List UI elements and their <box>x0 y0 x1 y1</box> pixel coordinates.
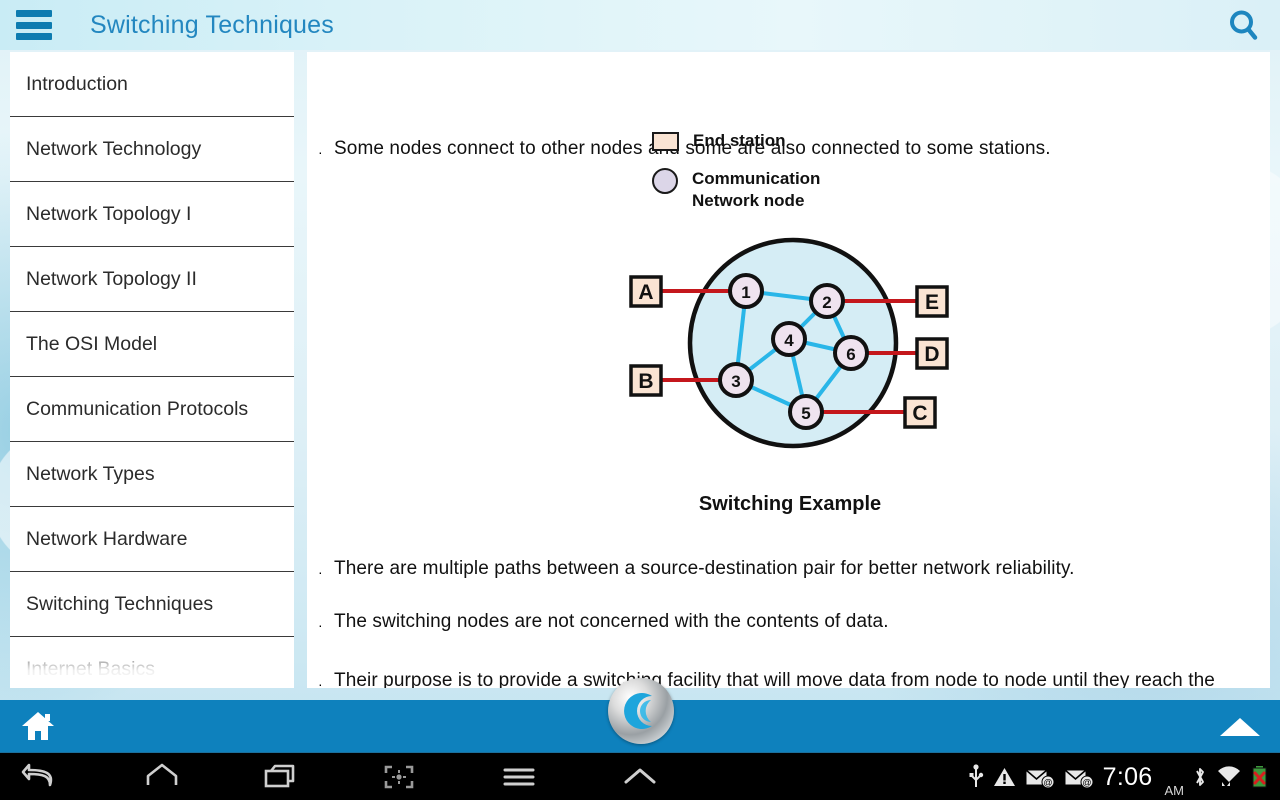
legend-end-station: End station <box>652 130 786 152</box>
node-3-label: 3 <box>731 372 740 391</box>
sidebar-item-introduction[interactable]: Introduction <box>10 52 294 117</box>
hamburger-bar <box>16 21 52 29</box>
app-root: Switching Techniques Introduction Networ… <box>0 0 1280 800</box>
sidebar-item-label: Network Hardware <box>26 527 188 550</box>
sidebar-item-label: Network Topology I <box>26 202 192 225</box>
node-1-label: 1 <box>741 283 750 302</box>
sidebar-item-network-technology[interactable]: Network Technology <box>10 117 294 182</box>
home-outline-icon[interactable] <box>140 761 184 793</box>
sidebar-item-communication-protocols[interactable]: Communication Protocols <box>10 377 294 442</box>
hamburger-bar <box>16 33 52 40</box>
legend-label-line1: Communication <box>692 169 821 188</box>
android-navigation-bar: @ @ 7:06 AM <box>0 752 1280 800</box>
node-2-label: 2 <box>822 293 831 312</box>
node-6-label: 6 <box>846 345 855 364</box>
legend-label: End station <box>693 131 786 150</box>
warning-triangle-icon <box>993 766 1016 788</box>
search-icon[interactable] <box>1224 6 1264 46</box>
sidebar-nav[interactable]: Introduction Network Technology Network … <box>10 52 294 688</box>
end-station-b-label: B <box>638 370 653 393</box>
top-app-bar: Switching Techniques <box>0 0 1280 50</box>
email-icon: @ <box>1025 766 1055 788</box>
figure-caption: Switching Example <box>698 493 882 515</box>
sidebar-item-network-hardware[interactable]: Network Hardware <box>10 507 294 572</box>
end-station-swatch-icon <box>652 132 679 151</box>
svg-text:@: @ <box>1043 777 1052 787</box>
page-title: Switching Techniques <box>90 11 334 39</box>
status-tray[interactable]: @ @ 7:06 AM <box>968 753 1274 800</box>
battery-error-icon <box>1251 765 1268 789</box>
app-logo-icon <box>608 678 674 744</box>
sidebar-item-label: Communication Protocols <box>26 397 249 420</box>
usb-icon <box>968 764 984 790</box>
bullet-text: Their purpose is to provide a switching … <box>334 670 1215 688</box>
back-arrow-icon[interactable] <box>20 761 64 793</box>
hamburger-bar <box>16 10 52 17</box>
bluetooth-icon <box>1193 765 1207 789</box>
wifi-icon <box>1216 765 1242 789</box>
sidebar-item-label: The OSI Model <box>26 332 158 355</box>
bullet-marker: · <box>318 564 323 580</box>
sidebar-item-label: Network Types <box>26 462 155 485</box>
bullet-marker: · <box>318 617 323 633</box>
sidebar-item-label: Internet Basics <box>26 657 155 680</box>
bullet-marker: · <box>318 144 323 160</box>
sidebar-item-network-types[interactable]: Network Types <box>10 442 294 507</box>
bullet-item: · The switching nodes are not concerned … <box>318 609 1248 635</box>
sidebar-item-the-osi-model[interactable]: The OSI Model <box>10 312 294 377</box>
sidebar-item-switching-techniques[interactable]: Switching Techniques <box>10 572 294 637</box>
sidebar-item-label: Introduction <box>26 72 128 95</box>
sidebar-item-network-topology-ii[interactable]: Network Topology II <box>10 247 294 312</box>
chevron-up-icon[interactable] <box>1218 716 1262 738</box>
node-4-label: 4 <box>784 331 794 350</box>
sidebar-item-network-topology-i[interactable]: Network Topology I <box>10 182 294 247</box>
status-clock-ampm: AM <box>1164 783 1185 798</box>
legend-label-line2: Network node <box>692 191 805 210</box>
recent-apps-icon[interactable] <box>258 761 302 793</box>
bullet-text: The switching nodes are not concerned wi… <box>334 611 889 632</box>
home-icon[interactable] <box>20 710 56 742</box>
sidebar-item-label: Network Topology II <box>26 267 197 290</box>
bullet-marker: · <box>318 676 323 688</box>
sidebar-item-internet-basics[interactable]: Internet Basics <box>10 637 294 688</box>
menu-icon[interactable] <box>497 761 541 793</box>
legend-network-node: Communication Network node <box>652 168 820 212</box>
sidebar-item-label: Network Technology <box>26 137 202 160</box>
end-station-e-label: E <box>925 291 939 314</box>
screenshot-icon[interactable] <box>377 761 421 793</box>
bullet-item: · There are multiple paths between a sou… <box>318 556 1248 582</box>
status-clock: 7:06 <box>1102 762 1153 791</box>
chevron-up-icon[interactable] <box>618 761 662 793</box>
network-topology-diagram: A B E D C 1 2 3 4 5 6 <box>629 237 949 449</box>
bullet-text: There are multiple paths between a sourc… <box>334 558 1075 579</box>
bullet-item: · Their purpose is to provide a switchin… <box>318 668 1263 688</box>
email-icon: @ <box>1064 766 1094 788</box>
sidebar-item-label: Switching Techniques <box>26 592 214 615</box>
end-station-d-label: D <box>924 343 939 366</box>
network-node-swatch-icon <box>652 168 678 194</box>
switching-example-figure: End station Communication Network node A… <box>625 130 955 535</box>
end-station-a-label: A <box>638 281 653 304</box>
lesson-content: · Some nodes connect to other nodes and … <box>307 52 1270 688</box>
end-station-c-label: C <box>912 402 927 425</box>
node-5-label: 5 <box>801 404 810 423</box>
hamburger-icon[interactable] <box>16 10 52 40</box>
svg-text:@: @ <box>1082 777 1091 787</box>
